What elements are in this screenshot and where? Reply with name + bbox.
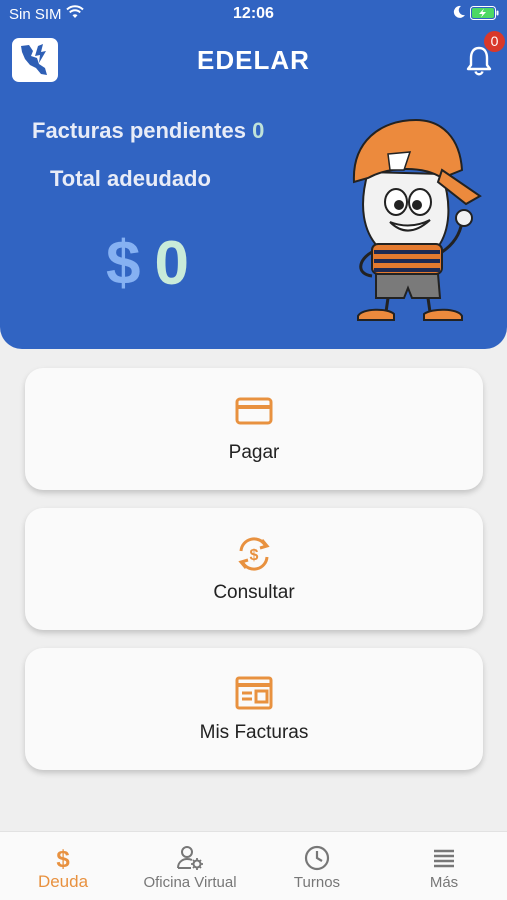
tab-turnos-label: Turnos	[293, 874, 341, 891]
tab-oficina-virtual-label: Oficina Virtual	[143, 874, 237, 891]
consult-label: Consultar	[213, 582, 295, 603]
header-panel: Sin SIM 12:06 EDELAR 0 Facturas pendient…	[0, 0, 507, 349]
battery-charging-icon	[470, 6, 500, 24]
status-bar: Sin SIM 12:06	[0, 0, 507, 28]
do-not-disturb-icon	[452, 5, 466, 23]
my-invoices-card-button[interactable]: Mis Facturas	[25, 648, 483, 770]
pay-label: Pagar	[228, 442, 280, 463]
tab-deuda[interactable]: $ Deuda	[0, 832, 126, 900]
svg-text:$: $	[56, 846, 70, 872]
tab-deuda-label: Deuda	[37, 872, 89, 891]
pending-invoices-label: Facturas pendientes 0	[32, 118, 264, 144]
clock-icon	[303, 844, 331, 877]
credit-card-icon	[234, 394, 274, 433]
consult-card-button[interactable]: $ Consultar	[25, 508, 483, 630]
bottom-tab-bar: $ Deuda Oficina Virtual Turnos Más	[0, 831, 507, 900]
tab-oficina-virtual[interactable]: Oficina Virtual	[127, 832, 253, 900]
total-owed-amount: $0	[106, 228, 189, 299]
pay-card-button[interactable]: Pagar	[25, 368, 483, 490]
app-title: EDELAR	[197, 45, 310, 75]
amount-value: 0	[154, 229, 189, 298]
pending-invoices-text: Facturas pendientes	[32, 118, 246, 143]
lightbulb-mascot-illustration	[338, 112, 484, 333]
tab-turnos[interactable]: Turnos	[254, 832, 380, 900]
tab-mas[interactable]: Más	[381, 832, 507, 900]
my-invoices-label: Mis Facturas	[199, 722, 309, 743]
notifications-badge: 0	[484, 31, 505, 52]
total-owed-label: Total adeudado	[50, 166, 211, 191]
currency-symbol: $	[106, 229, 141, 298]
pending-invoices-count: 0	[252, 118, 265, 143]
user-settings-icon	[176, 844, 204, 877]
menu-icon	[430, 844, 458, 877]
svg-text:$: $	[250, 547, 259, 564]
dollar-refresh-icon: $	[234, 534, 274, 579]
invoice-icon	[234, 674, 274, 717]
tab-mas-label: Más	[429, 874, 459, 891]
clock-time: 12:06	[233, 5, 274, 22]
